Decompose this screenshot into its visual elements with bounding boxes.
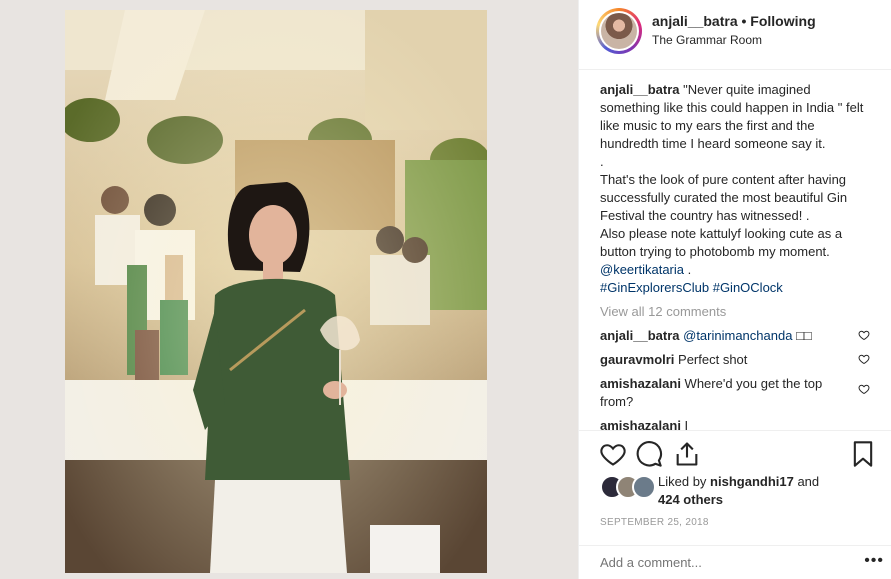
separator-dot: • <box>737 13 751 29</box>
post-panel: anjali__batra • Following The Grammar Ro… <box>578 0 891 579</box>
story-ring[interactable] <box>596 8 642 54</box>
liker-username[interactable]: nishgandhi17 <box>710 474 794 489</box>
action-bar <box>599 440 879 470</box>
comment-like-heart-icon[interactable] <box>858 353 870 365</box>
comment-row: gauravmolri Perfect shot <box>600 351 872 369</box>
caption-username[interactable]: anjali__batra <box>600 82 680 97</box>
comment-username[interactable]: gauravmolri <box>600 352 674 367</box>
comment-row: amishazalani Where'd you get the top fro… <box>600 375 872 411</box>
comment-input[interactable] <box>600 555 830 570</box>
liker-avatar[interactable] <box>632 475 656 499</box>
share-icon[interactable] <box>673 440 701 468</box>
caption-mention[interactable]: @keertikataria <box>600 262 684 277</box>
post-date: SEPTEMBER 25, 2018 <box>600 517 709 528</box>
caption-hashtags[interactable]: #GinExplorersClub #GinOClock <box>600 280 783 295</box>
avatar <box>601 13 637 49</box>
username-link[interactable]: anjali__batra <box>652 13 738 29</box>
comment-username[interactable]: anjali__batra <box>600 328 680 343</box>
post-header: anjali__batra • Following The Grammar Ro… <box>579 0 891 70</box>
comment-mention[interactable]: @tarinimanchanda <box>683 328 792 343</box>
comment-row: amishazalani I <box>600 418 689 431</box>
liked-by-text: Liked by nishgandhi17 and 424 others <box>658 474 820 507</box>
divider <box>579 430 891 431</box>
comment-like-heart-icon[interactable] <box>858 383 870 395</box>
likes-section: Liked by nishgandhi17 and 424 others <box>600 473 880 513</box>
post-photo[interactable] <box>65 10 487 573</box>
add-comment-bar: ••• <box>579 545 891 579</box>
caption-mention-suffix: . <box>684 262 692 277</box>
view-all-comments[interactable]: View all 12 comments <box>600 303 872 321</box>
comment-like-heart-icon[interactable] <box>858 329 870 341</box>
photo-illustration <box>65 10 487 573</box>
bookmark-icon[interactable] <box>849 440 877 468</box>
following-button[interactable]: Following <box>750 13 815 29</box>
more-options-icon[interactable]: ••• <box>864 552 884 570</box>
comment-row: anjali__batra @tarinimanchanda □□ <box>600 327 872 345</box>
comments-section: anjali__batra "Never quite imagined some… <box>600 81 872 431</box>
comment-icon[interactable] <box>635 440 663 468</box>
caption: anjali__batra "Never quite imagined some… <box>600 81 872 297</box>
location-link[interactable]: The Grammar Room <box>652 33 762 47</box>
others-link[interactable]: 424 others <box>658 492 723 507</box>
heart-icon[interactable] <box>599 440 627 468</box>
header-user-line: anjali__batra • Following <box>652 13 816 29</box>
media-backdrop <box>0 0 578 579</box>
caption-text: "Never quite imagined something like thi… <box>600 82 864 259</box>
comment-username[interactable]: amishazalani <box>600 376 681 391</box>
